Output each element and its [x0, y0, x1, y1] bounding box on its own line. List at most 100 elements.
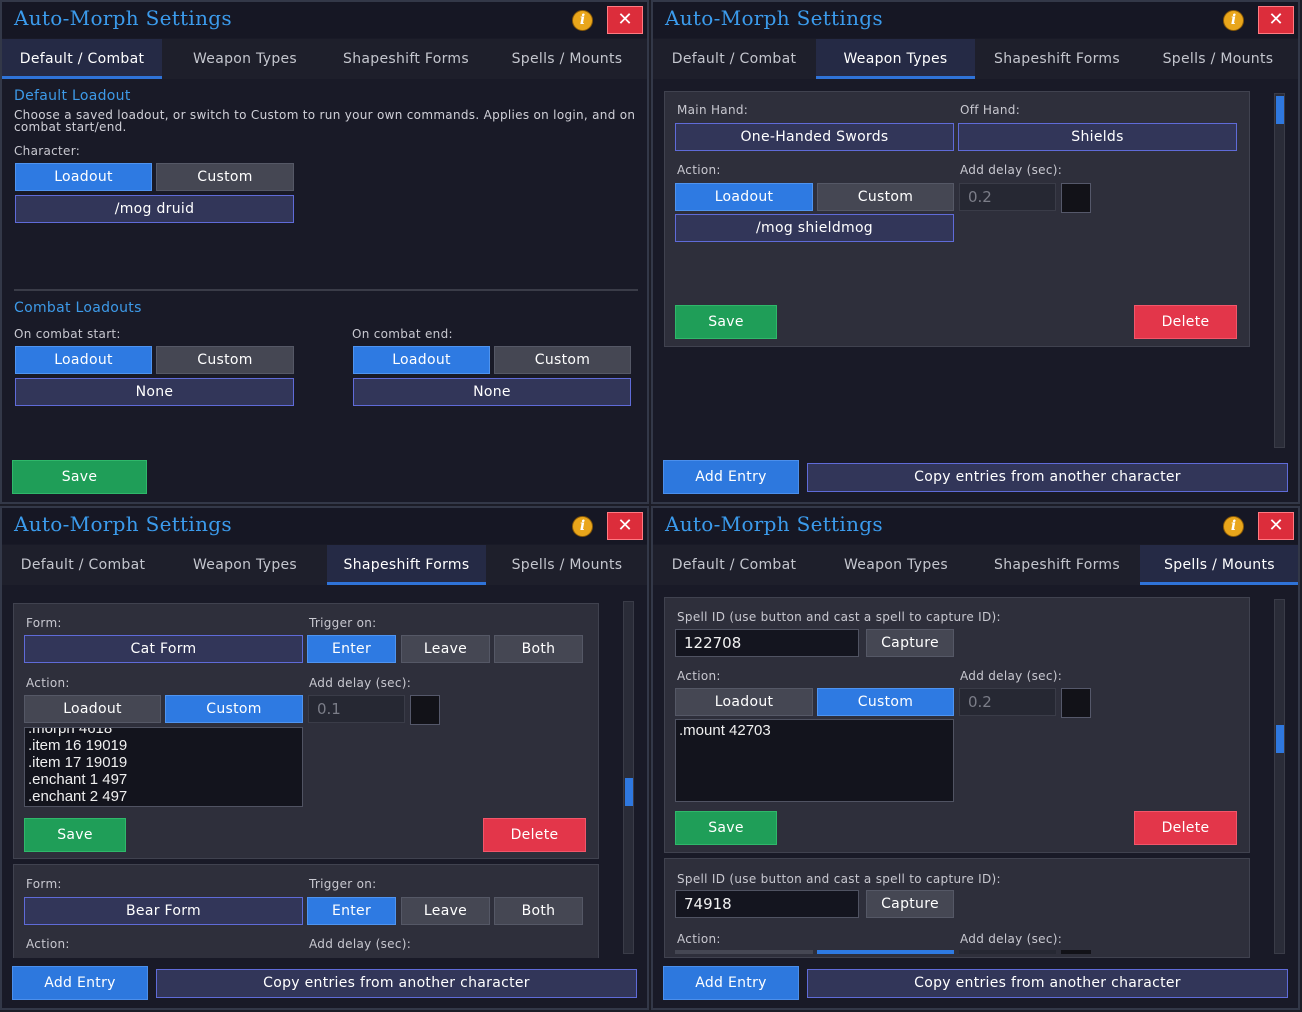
- spell-id-input[interactable]: 122708: [675, 629, 859, 657]
- delay-input[interactable]: 0.2: [959, 183, 1056, 211]
- tab-weapon-types[interactable]: Weapon Types: [164, 545, 326, 585]
- custom-button[interactable]: Custom: [165, 695, 303, 723]
- loadout-button-partial[interactable]: [675, 950, 813, 954]
- combat-start-dropdown[interactable]: None: [15, 378, 294, 406]
- title-bar[interactable]: Auto-Morph Settings i ✕: [653, 2, 1298, 38]
- custom-button[interactable]: Custom: [817, 183, 954, 211]
- add-entry-button[interactable]: Add Entry: [663, 460, 799, 494]
- tab-spells-mounts[interactable]: Spells / Mounts: [486, 39, 647, 79]
- custom-commands-textarea[interactable]: .morph 4618 .item 16 19019 .item 17 1901…: [24, 727, 303, 807]
- trigger-enter-button[interactable]: Enter: [307, 635, 396, 663]
- form-dropdown[interactable]: Bear Form: [24, 897, 303, 925]
- combat-end-custom-button[interactable]: Custom: [494, 346, 631, 374]
- action-label: Action:: [677, 669, 721, 683]
- character-custom-button[interactable]: Custom: [156, 163, 294, 191]
- title-bar[interactable]: Auto-Morph Settings i ✕: [653, 508, 1298, 544]
- delay-input[interactable]: 0.2: [959, 688, 1056, 716]
- copy-entries-button[interactable]: Copy entries from another character: [156, 969, 637, 998]
- capture-button[interactable]: Capture: [866, 629, 954, 657]
- combat-start-custom-button[interactable]: Custom: [156, 346, 294, 374]
- close-icon[interactable]: ✕: [607, 512, 643, 540]
- save-button[interactable]: Save: [12, 460, 147, 494]
- action-label: Action:: [26, 937, 70, 951]
- tab-shapeshift-forms[interactable]: Shapeshift Forms: [977, 545, 1137, 585]
- custom-button-partial[interactable]: [817, 950, 954, 954]
- scrollbar-thumb[interactable]: [1276, 725, 1284, 753]
- color-swatch[interactable]: [410, 695, 440, 725]
- tab-default-combat[interactable]: Default / Combat: [653, 545, 815, 585]
- character-loadout-dropdown[interactable]: /mog druid: [15, 195, 294, 223]
- trigger-enter-button[interactable]: Enter: [307, 897, 396, 925]
- delete-button[interactable]: Delete: [483, 818, 586, 852]
- info-icon[interactable]: i: [1223, 516, 1244, 537]
- form-dropdown[interactable]: Cat Form: [24, 635, 303, 663]
- scrollbar[interactable]: [623, 601, 634, 954]
- add-entry-button[interactable]: Add Entry: [663, 966, 799, 1000]
- save-button[interactable]: Save: [675, 811, 777, 845]
- trigger-leave-button[interactable]: Leave: [401, 635, 490, 663]
- character-loadout-button[interactable]: Loadout: [15, 163, 152, 191]
- tab-weapon-types[interactable]: Weapon Types: [815, 545, 977, 585]
- custom-button[interactable]: Custom: [817, 688, 954, 716]
- action-label: Action:: [26, 676, 70, 690]
- tab-spells-mounts[interactable]: Spells / Mounts: [1137, 39, 1298, 79]
- combat-end-dropdown[interactable]: None: [353, 378, 631, 406]
- tab-shapeshift-forms[interactable]: Shapeshift Forms: [327, 545, 486, 585]
- color-swatch[interactable]: [1061, 183, 1091, 213]
- combat-end-loadout-button[interactable]: Loadout: [353, 346, 490, 374]
- loadout-button[interactable]: Loadout: [675, 183, 813, 211]
- save-button[interactable]: Save: [24, 818, 126, 852]
- copy-entries-button[interactable]: Copy entries from another character: [807, 463, 1288, 492]
- loadout-dropdown[interactable]: /mog shieldmog: [675, 214, 954, 242]
- settings-window-weapon-types: Auto-Morph Settings i ✕ Default / Combat…: [651, 0, 1300, 504]
- scrollbar-thumb[interactable]: [625, 778, 633, 806]
- info-icon[interactable]: i: [572, 516, 593, 537]
- save-button[interactable]: Save: [675, 305, 777, 339]
- tab-default-combat[interactable]: Default / Combat: [653, 39, 815, 79]
- scrollbar-thumb[interactable]: [1276, 96, 1284, 124]
- loadout-button[interactable]: Loadout: [24, 695, 161, 723]
- combat-start-loadout-button[interactable]: Loadout: [15, 346, 152, 374]
- tab-weapon-types[interactable]: Weapon Types: [816, 39, 975, 79]
- title-bar[interactable]: Auto-Morph Settings i ✕: [2, 508, 647, 544]
- custom-commands-textarea[interactable]: .mount 42703: [675, 719, 954, 802]
- default-loadout-description: Choose a saved loadout, or switch to Cus…: [14, 108, 636, 134]
- trigger-both-button[interactable]: Both: [494, 635, 583, 663]
- delete-button[interactable]: Delete: [1134, 811, 1237, 845]
- character-label: Character:: [14, 144, 81, 158]
- add-delay-label: Add delay (sec):: [309, 676, 412, 690]
- close-icon[interactable]: ✕: [607, 6, 643, 34]
- close-icon[interactable]: ✕: [1258, 512, 1294, 540]
- tab-weapon-types[interactable]: Weapon Types: [164, 39, 326, 79]
- tab-spells-mounts[interactable]: Spells / Mounts: [1140, 545, 1298, 585]
- add-delay-label: Add delay (sec):: [309, 937, 412, 951]
- delete-button[interactable]: Delete: [1134, 305, 1237, 339]
- capture-button[interactable]: Capture: [866, 890, 954, 918]
- info-icon[interactable]: i: [1223, 10, 1244, 31]
- delay-input[interactable]: 0.1: [308, 695, 405, 723]
- title-bar[interactable]: Auto-Morph Settings i ✕: [2, 2, 647, 38]
- info-icon[interactable]: i: [572, 10, 593, 31]
- add-entry-button[interactable]: Add Entry: [12, 966, 148, 1000]
- settings-window-shapeshift-forms: Auto-Morph Settings i ✕ Default / Combat…: [0, 506, 649, 1010]
- tab-bar: Default / Combat Weapon Types Shapeshift…: [653, 545, 1298, 585]
- scrollbar[interactable]: [1274, 599, 1285, 954]
- loadout-button[interactable]: Loadout: [675, 688, 813, 716]
- tab-default-combat[interactable]: Default / Combat: [2, 545, 164, 585]
- trigger-both-button[interactable]: Both: [494, 897, 583, 925]
- spell-id-input[interactable]: 74918: [675, 890, 859, 918]
- color-swatch-partial[interactable]: [1061, 950, 1091, 954]
- trigger-leave-button[interactable]: Leave: [401, 897, 490, 925]
- color-swatch[interactable]: [1061, 688, 1091, 718]
- main-hand-dropdown[interactable]: One-Handed Swords: [675, 123, 954, 151]
- off-hand-dropdown[interactable]: Shields: [958, 123, 1237, 151]
- form-label: Form:: [26, 616, 62, 630]
- tab-default-combat[interactable]: Default / Combat: [2, 39, 162, 79]
- copy-entries-button[interactable]: Copy entries from another character: [807, 969, 1288, 998]
- tab-spells-mounts[interactable]: Spells / Mounts: [486, 545, 647, 585]
- scrollbar[interactable]: [1274, 93, 1285, 448]
- delay-input-partial[interactable]: [959, 950, 1056, 954]
- close-icon[interactable]: ✕: [1258, 6, 1294, 34]
- tab-shapeshift-forms[interactable]: Shapeshift Forms: [977, 39, 1137, 79]
- tab-shapeshift-forms[interactable]: Shapeshift Forms: [326, 39, 486, 79]
